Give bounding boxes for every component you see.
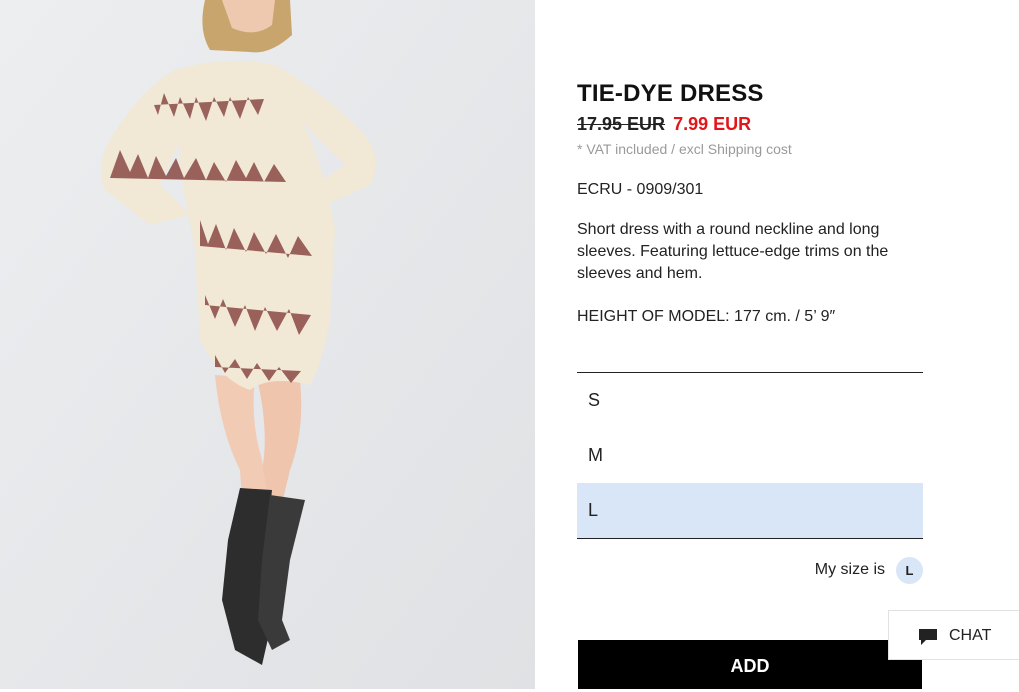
size-option-l[interactable]: L (577, 483, 923, 538)
size-selector: S M L (577, 372, 923, 539)
product-image[interactable] (0, 0, 535, 689)
chat-label: CHAT (949, 627, 992, 644)
chat-bubble-icon (919, 629, 937, 645)
my-size-badge[interactable]: L (896, 557, 923, 584)
size-option-m[interactable]: M (577, 428, 923, 483)
product-title: TIE-DYE DRESS (577, 80, 764, 107)
chat-button[interactable]: CHAT (888, 610, 1019, 660)
price-block: 17.95 EUR 7.99 EUR (577, 114, 751, 135)
size-option-s[interactable]: S (577, 373, 923, 428)
add-to-cart-button[interactable]: ADD (578, 640, 922, 689)
my-size-label: My size is (814, 561, 885, 578)
sale-price: 7.99 EUR (673, 114, 752, 134)
original-price: 17.95 EUR (577, 114, 666, 134)
color-reference: ECRU - 0909/301 (577, 181, 704, 198)
model-height: HEIGHT OF MODEL: 177 cm. / 5’ 9″ (577, 308, 836, 325)
product-description: Short dress with a round neckline and lo… (577, 221, 889, 282)
model-photo (0, 0, 535, 689)
my-size-indicator: My size is L (577, 556, 923, 584)
vat-note: * VAT included / excl Shipping cost (577, 141, 792, 157)
